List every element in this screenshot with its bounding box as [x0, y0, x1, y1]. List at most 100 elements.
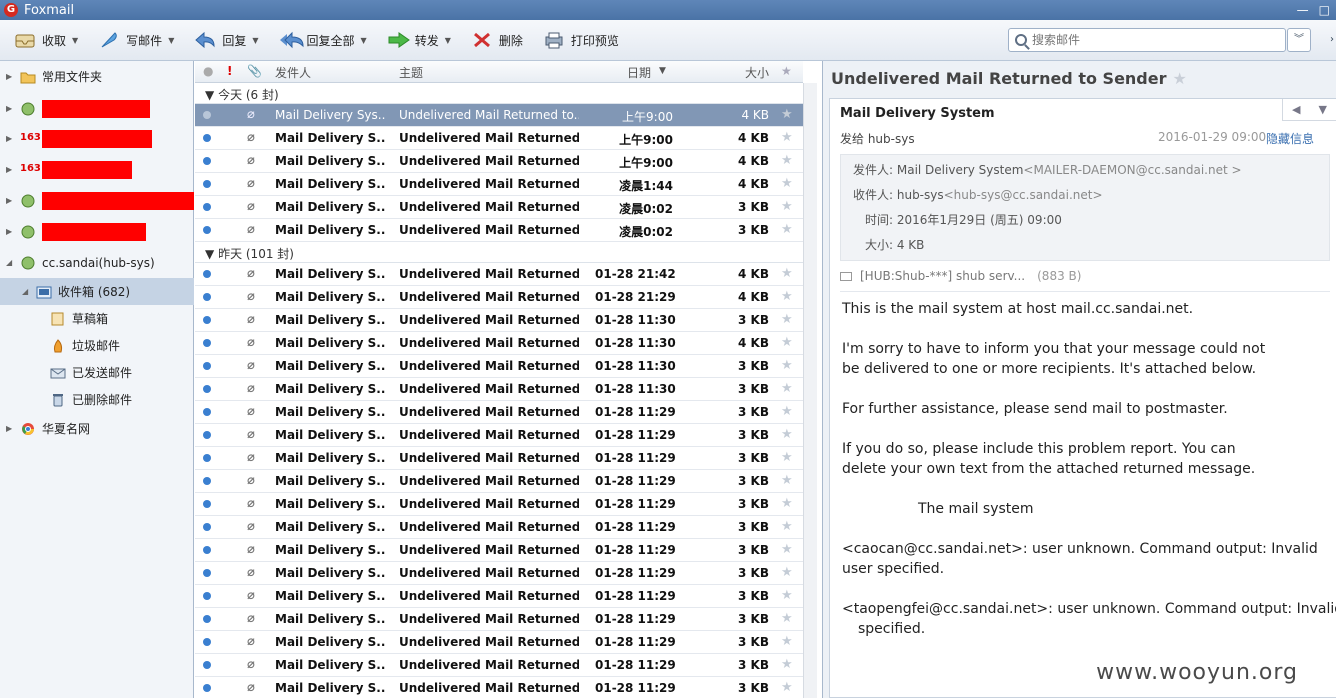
search-box[interactable]	[1008, 28, 1286, 52]
print-preview-button[interactable]: 打印预览	[537, 25, 625, 55]
priority-column-header[interactable]: !	[227, 64, 232, 78]
hide-details-link[interactable]: 隐藏信息	[1266, 130, 1314, 147]
star-icon[interactable]: ★	[781, 565, 793, 580]
collapse-arrow-icon[interactable]: ▼	[205, 247, 214, 261]
folder-sent[interactable]: 已发送邮件	[0, 359, 194, 386]
table-row[interactable]: ⌀ Mail Delivery S... Undelivered Mail Retu…	[195, 378, 803, 401]
star-icon[interactable]: ★	[781, 312, 793, 327]
chevron-down-icon[interactable]: ▼	[252, 36, 258, 45]
star-icon[interactable]: ★	[781, 335, 793, 350]
star-icon[interactable]: ★	[781, 519, 793, 534]
star-icon[interactable]: ★	[781, 222, 793, 237]
expand-arrow-icon[interactable]: ▶	[6, 134, 14, 143]
table-row[interactable]: ⌀ Mail Delivery S... Undelivered Mail Retu…	[195, 219, 803, 242]
table-row[interactable]: ⌀ Mail Delivery S... Undelivered Mail Retu…	[195, 196, 803, 219]
toolbar-overflow-icon[interactable]: ›	[1330, 34, 1334, 45]
maximize-icon[interactable]: □	[1319, 3, 1330, 17]
star-icon[interactable]: ★	[781, 130, 793, 145]
expand-arrow-icon[interactable]: ▶	[6, 165, 14, 174]
table-row[interactable]: ⌀ Mail Delivery S... Undelivered Mail Retu…	[195, 150, 803, 173]
table-row[interactable]: ⌀ Mail Delivery S... Undelivered Mail Retu…	[195, 585, 803, 608]
expand-arrow-icon[interactable]: ▶	[6, 227, 14, 236]
folder-drafts[interactable]: 草稿箱	[0, 305, 194, 332]
star-icon[interactable]: ★	[781, 680, 793, 695]
sender-column-header[interactable]: 发件人	[275, 64, 311, 81]
delete-button[interactable]: 删除	[465, 25, 529, 55]
star-icon[interactable]: ★	[781, 427, 793, 442]
receive-button[interactable]: 收取 ▼	[8, 25, 84, 55]
subject-column-header[interactable]: 主题	[399, 64, 423, 81]
folder-common[interactable]: ▶ 常用文件夹	[0, 63, 194, 90]
chevron-down-icon[interactable]: ▼	[1310, 99, 1336, 120]
table-row[interactable]: ⌀ Mail Delivery S... Undelivered Mail Retu…	[195, 309, 803, 332]
reply-all-button[interactable]: 回复全部 ▼	[273, 25, 373, 55]
read-status-column-icon[interactable]: ●	[203, 64, 213, 78]
sort-desc-icon[interactable]: ▼	[659, 66, 666, 76]
reply-icon[interactable]: ◀	[1283, 99, 1310, 120]
star-icon[interactable]: ★	[781, 153, 793, 168]
star-icon[interactable]: ★	[781, 634, 793, 649]
message-sender-name[interactable]: Mail Delivery System	[840, 106, 995, 121]
star-icon[interactable]: ★	[781, 657, 793, 672]
table-row[interactable]: ⌀ Mail Delivery S... Undelivered Mail Retu…	[195, 470, 803, 493]
table-row[interactable]: ⌀ Mail Delivery S... Undelivered Mail Retu…	[195, 493, 803, 516]
star-icon[interactable]: ★	[1173, 69, 1187, 88]
attachment-item[interactable]: [HUB:Shub-***] shub serv... (883 B)	[840, 269, 1081, 283]
folder-deleted[interactable]: 已删除邮件	[0, 386, 194, 413]
account-163-1[interactable]: ▶ 163	[0, 125, 194, 152]
table-row[interactable]: ⌀ Mail Delivery S... Undelivered Mail Retu…	[195, 677, 803, 698]
star-icon[interactable]: ★	[781, 611, 793, 626]
group-header-yesterday[interactable]: ▼ 昨天 (101 封)	[195, 242, 803, 263]
table-row[interactable]: ⌀ Mail Delivery S... Undelivered Mail Retu…	[195, 539, 803, 562]
star-icon[interactable]: ★	[781, 473, 793, 488]
table-row[interactable]: ⌀ Mail Delivery Sys... Undelivered Mail Re…	[195, 104, 803, 127]
attachment-column-icon[interactable]: 📎	[247, 64, 262, 78]
search-options-button[interactable]: ︾	[1287, 28, 1311, 52]
expand-arrow-icon[interactable]: ▶	[6, 196, 14, 205]
star-icon[interactable]: ★	[781, 542, 793, 557]
star-icon[interactable]: ★	[781, 289, 793, 304]
star-icon[interactable]: ★	[781, 358, 793, 373]
search-input[interactable]	[1032, 33, 1272, 47]
table-row[interactable]: ⌀ Mail Delivery S... Undelivered Mail Retu…	[195, 286, 803, 309]
size-column-header[interactable]: 大小	[745, 64, 769, 81]
star-icon[interactable]: ★	[781, 496, 793, 511]
table-row[interactable]: ⌀ Mail Delivery S... Undelivered Mail Retu…	[195, 654, 803, 677]
chevron-down-icon[interactable]: ▼	[361, 36, 367, 45]
account-redacted-3[interactable]: ▶	[0, 218, 194, 245]
star-icon[interactable]: ★	[781, 450, 793, 465]
collapse-arrow-icon[interactable]: ◢	[6, 258, 14, 267]
reply-button[interactable]: 回复 ▼	[188, 25, 264, 55]
minimize-icon[interactable]: —	[1297, 3, 1309, 17]
list-scrollbar[interactable]	[803, 83, 817, 698]
chevron-down-icon[interactable]: ▼	[445, 36, 451, 45]
star-icon[interactable]: ★	[781, 588, 793, 603]
table-row[interactable]: ⌀ Mail Delivery S... Undelivered Mail Retu…	[195, 401, 803, 424]
collapse-arrow-icon[interactable]: ▼	[205, 88, 214, 102]
date-column-header[interactable]: 日期	[627, 64, 651, 81]
table-row[interactable]: ⌀ Mail Delivery S... Undelivered Mail Retu…	[195, 631, 803, 654]
table-row[interactable]: ⌀ Mail Delivery S... Undelivered Mail Retu…	[195, 608, 803, 631]
account-huaxia[interactable]: ▶ 华夏名网	[0, 415, 194, 442]
folder-junk[interactable]: 垃圾邮件	[0, 332, 194, 359]
account-redacted-2[interactable]: ▶	[0, 187, 194, 214]
table-row[interactable]: ⌀ Mail Delivery S... Undelivered Mail Retu…	[195, 355, 803, 378]
star-icon[interactable]: ★	[781, 266, 793, 281]
expand-arrow-icon[interactable]: ▶	[6, 424, 14, 433]
table-row[interactable]: ⌀ Mail Delivery S... Undelivered Mail Retu…	[195, 424, 803, 447]
star-icon[interactable]: ★	[781, 107, 793, 122]
table-row[interactable]: ⌀ Mail Delivery S... Undelivered Mail Retu…	[195, 332, 803, 355]
group-header-today[interactable]: ▼ 今天 (6 封)	[195, 83, 803, 104]
account-redacted-1[interactable]: ▶	[0, 95, 194, 122]
expand-arrow-icon[interactable]: ▶	[6, 72, 14, 81]
chevron-down-icon[interactable]: ▼	[72, 36, 78, 45]
expand-arrow-icon[interactable]: ▶	[6, 104, 14, 113]
compose-button[interactable]: 写邮件 ▼	[92, 25, 180, 55]
table-row[interactable]: ⌀ Mail Delivery S... Undelivered Mail Retu…	[195, 562, 803, 585]
star-column-icon[interactable]: ★	[781, 64, 792, 78]
star-icon[interactable]: ★	[781, 176, 793, 191]
forward-button[interactable]: 转发 ▼	[381, 25, 457, 55]
table-row[interactable]: ⌀ Mail Delivery S... Undelivered Mail Retu…	[195, 263, 803, 286]
star-icon[interactable]: ★	[781, 381, 793, 396]
chevron-down-icon[interactable]: ▼	[168, 36, 174, 45]
